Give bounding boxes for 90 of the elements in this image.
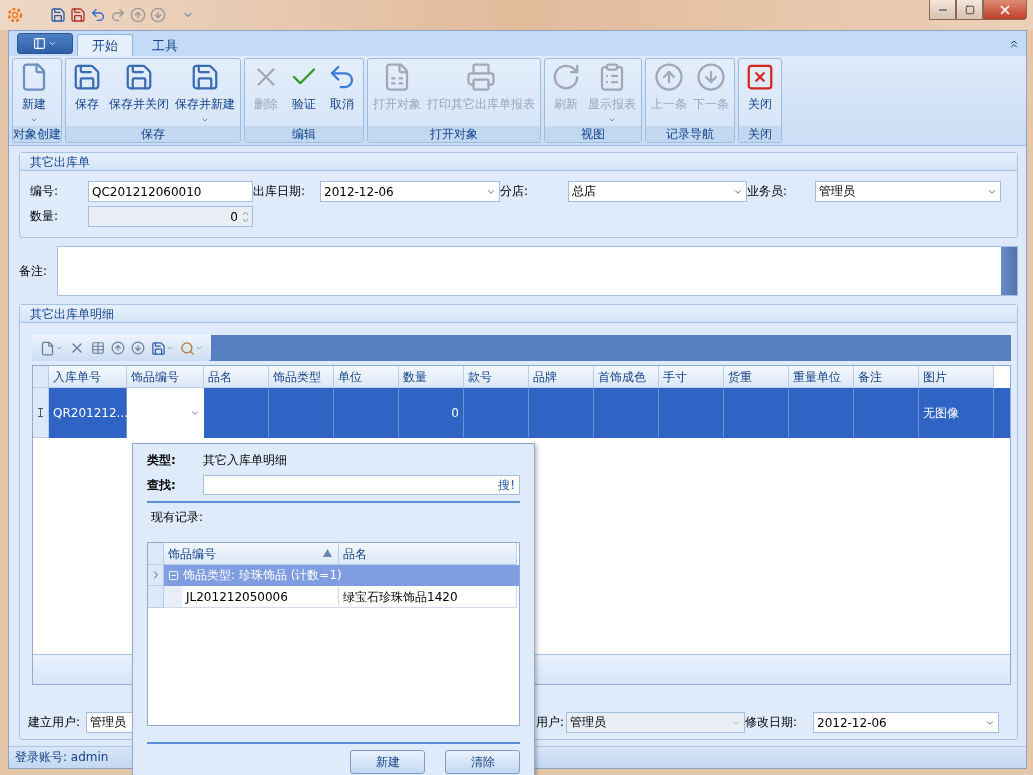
group-title: 其它出库单 [20,153,1017,171]
ribbon-group-caption: 打开对象 [368,126,540,142]
search-button[interactable]: 搜! [498,476,515,494]
column-header[interactable]: 饰品类型 [269,366,334,388]
ribbon-group-caption: 对象创建 [13,126,61,142]
ribbon-tab[interactable]: 开始 [77,34,133,56]
ribbon-button[interactable]: 关闭 [741,59,779,126]
cell-editor[interactable] [127,388,204,438]
grid-row[interactable]: QR201212... 0 无图像 [33,388,1010,438]
combo-field[interactable]: 总店 [568,181,747,202]
ribbon-group-caption: 关闭 [739,126,781,142]
notes-field[interactable] [57,246,1018,296]
ribbon-group-caption: 视图 [545,126,641,142]
input-field[interactable]: QC201212060010 [88,181,253,202]
table-icon[interactable] [91,341,105,355]
field-label: 备注: [19,262,48,280]
column-header[interactable]: 单位 [334,366,399,388]
column-header[interactable]: 入库单号 [49,366,127,388]
floppy-disk-icon[interactable] [151,340,174,356]
application-menu-button[interactable] [17,33,73,54]
field-label: 编号: [30,183,60,200]
dialog-button[interactable]: 清除 [445,750,520,774]
status-text: 登录账号: admin [15,749,109,766]
document-icon[interactable] [40,340,63,356]
search-field[interactable]: 搜! [203,475,520,495]
combo-field[interactable]: 2012-12-06 [320,181,500,202]
minimize-button[interactable] [929,0,956,20]
column-header[interactable]: 品名 [339,542,517,565]
column-header[interactable]: 数量 [399,366,464,388]
column-header[interactable]: 饰品编号 [164,542,339,565]
ribbon-button[interactable]: 验证 [285,59,323,126]
ribbon-group-caption: 记录导航 [646,126,734,142]
table-cell: JL201212050006 [182,585,339,608]
ribbon-button[interactable]: 保存 [68,59,106,126]
maximize-button[interactable] [956,0,983,20]
table-cell: 无图像 [919,388,994,438]
row-header [148,585,164,608]
caret-icon [201,116,209,124]
floppy-disk-cross-icon[interactable] [70,7,86,23]
combo-field[interactable]: 2012-12-06 [813,712,999,733]
text-cursor-icon [38,408,43,417]
ribbon-button[interactable]: 取消 [323,59,361,126]
field-label: 用户: [534,714,565,731]
field-label: 分店: [500,183,530,200]
ribbon-button[interactable]: 保存并新建 [172,59,238,126]
field-label: 建立用户: [28,714,82,731]
column-header[interactable]: 饰品编号 [127,366,204,388]
ribbon-button[interactable]: 新建 [15,59,53,126]
scrollbar[interactable] [1001,247,1017,295]
dialog-button[interactable]: 新建 [350,750,425,774]
spin-arrows-icon [242,209,249,224]
field-label: 数量: [30,208,60,225]
column-header[interactable]: 品名 [204,366,269,388]
ribbon-tab[interactable]: 工具 [137,34,193,56]
group-title: 其它出库单明细 [20,305,1017,323]
caret-icon [30,116,38,124]
row-header [148,542,164,565]
ribbon-group-caption: 编辑 [245,126,363,142]
table-cell: 绿宝石珍珠饰品1420 [339,585,517,608]
collapse-icon[interactable] [168,569,179,581]
caret-icon [48,39,57,48]
column-header[interactable]: 手寸 [659,366,724,388]
group-indent [164,585,182,608]
printer-icon [465,61,497,93]
gear-icon[interactable] [6,6,24,24]
maximize-icon [964,4,975,15]
column-header[interactable]: 备注 [854,366,919,388]
column-header[interactable]: 款号 [464,366,529,388]
table-cell: 0 [399,388,464,438]
undo-icon[interactable] [90,7,106,23]
column-header[interactable]: 品牌 [529,366,594,388]
section-label: 现有记录: [150,508,205,526]
field-label: 业务员: [747,183,789,200]
field-label: 修改日期: [745,714,799,731]
ribbon-button[interactable]: 保存并关闭 [106,59,172,126]
type-value: 其它入库单明细 [203,452,288,469]
field-label: 类型: [147,452,177,469]
column-header[interactable]: 重量单位 [789,366,854,388]
column-header[interactable]: 货重 [724,366,789,388]
panel-icon [33,37,46,50]
redo-icon[interactable] [110,7,126,23]
ribbon-group-caption: 保存 [66,126,240,142]
caret-icon [608,116,616,124]
field-label: 出库日期: [253,183,307,200]
combo-field[interactable]: 管理员 [815,181,1001,202]
close-button[interactable] [983,0,1027,20]
column-header[interactable]: 首饰成色 [594,366,659,388]
search-icon[interactable] [180,340,203,356]
field-label: 查找: [147,476,177,494]
column-header[interactable]: 图片 [919,366,994,388]
